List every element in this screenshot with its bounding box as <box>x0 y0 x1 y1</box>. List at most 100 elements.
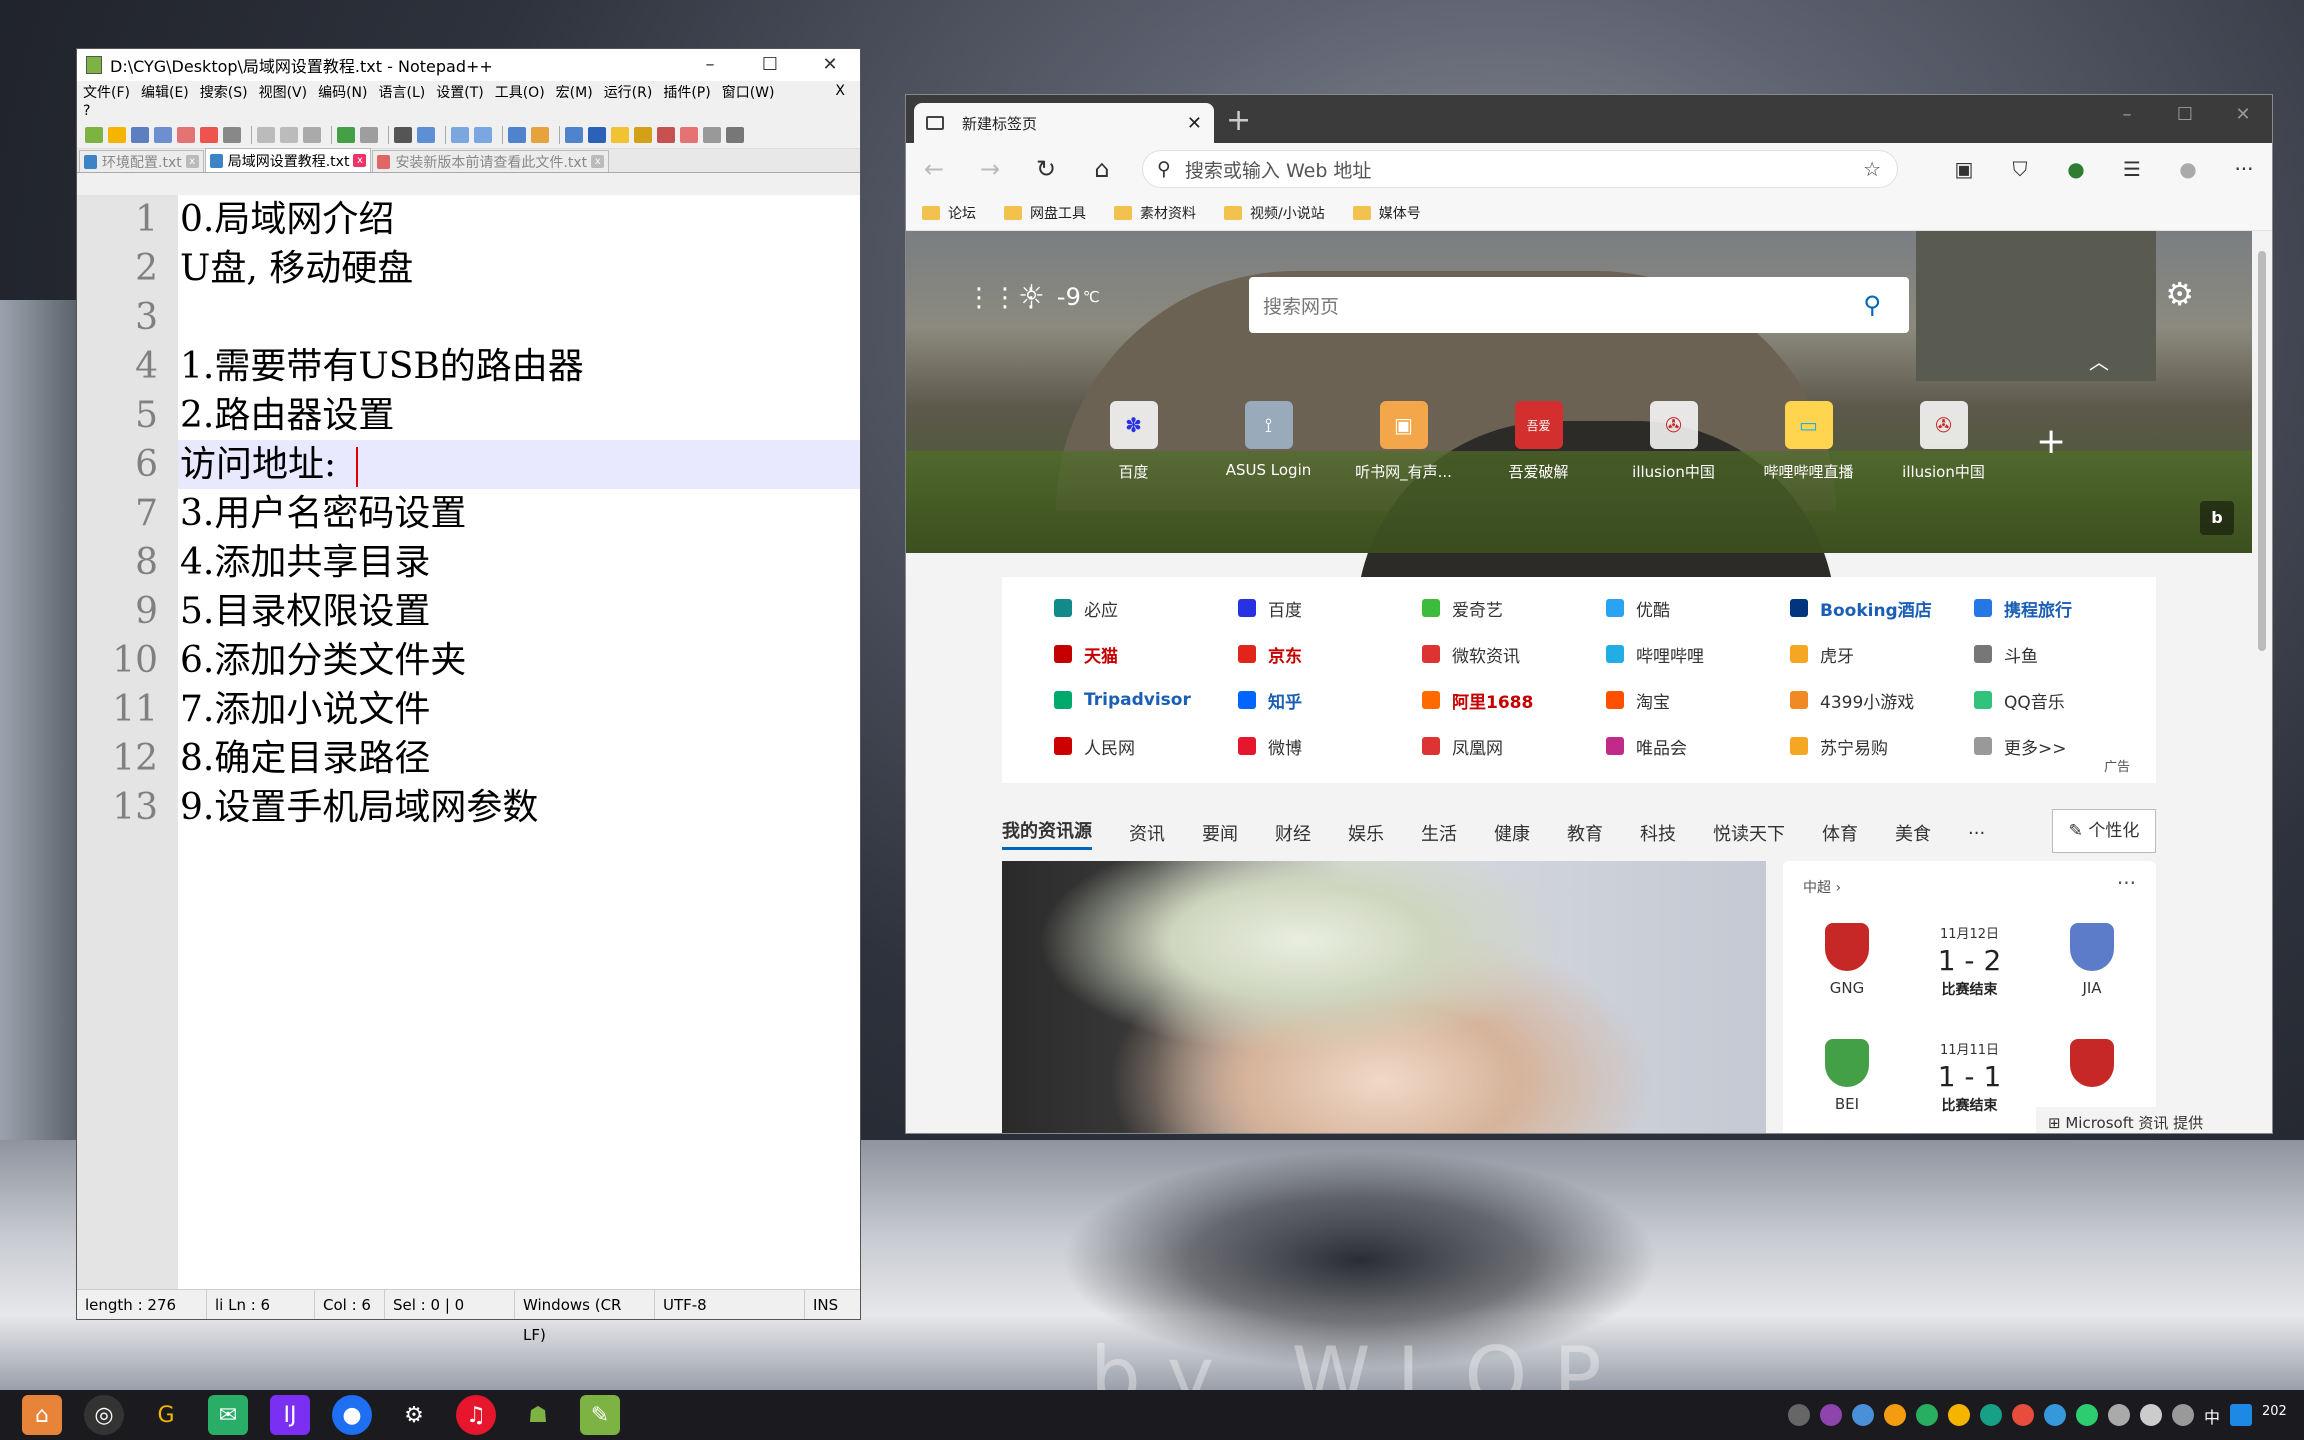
tray-icon[interactable] <box>2075 1404 2098 1426</box>
back-icon[interactable]: ← <box>906 155 962 183</box>
quick-link[interactable]: 微博 <box>1238 723 1422 769</box>
battery-icon[interactable] <box>2171 1404 2194 1426</box>
news-tab-news[interactable]: 资讯 <box>1129 820 1165 846</box>
redo-icon[interactable] <box>360 126 378 143</box>
menu-run[interactable]: 运行(R) <box>604 82 653 102</box>
page-scrollbar[interactable] <box>2252 231 2272 1133</box>
menu-file[interactable]: 文件(F) <box>83 82 130 102</box>
tray-icon[interactable] <box>1787 1404 1810 1426</box>
save-icon[interactable] <box>131 126 149 143</box>
news-tab-education[interactable]: 教育 <box>1567 820 1603 846</box>
settings-gear-icon[interactable]: ⚙ <box>2165 275 2194 313</box>
wechat-icon[interactable]: ✉ <box>208 1395 248 1435</box>
match-row[interactable]: GNG 11月12日 1 - 2 比赛结束 JIA <box>1783 923 2156 1033</box>
bing-logo-icon[interactable]: b <box>2200 501 2234 535</box>
wifi-icon[interactable] <box>2139 1404 2162 1426</box>
quick-link[interactable]: 百度 <box>1238 585 1422 631</box>
function-list-icon[interactable] <box>680 126 698 143</box>
new-tab-button[interactable]: + <box>1226 103 1251 138</box>
maximize-button[interactable]: ☐ <box>2156 95 2214 135</box>
record-macro-icon[interactable] <box>726 126 744 143</box>
quick-link[interactable]: 斗鱼 <box>1974 631 2158 677</box>
news-tab-headlines[interactable]: 要闻 <box>1202 820 1238 846</box>
quick-link[interactable]: 更多>> <box>1974 723 2158 769</box>
news-tab-my-feed[interactable]: 我的资讯源 <box>1002 817 1092 850</box>
quick-link[interactable]: 人民网 <box>1054 723 1238 769</box>
quick-link[interactable]: 唯品会 <box>1606 723 1790 769</box>
tab-env-config[interactable]: 环境配置.txt x <box>79 150 204 172</box>
profile-avatar-icon[interactable]: ● <box>2160 157 2216 181</box>
close-button[interactable]: ✕ <box>2214 95 2272 135</box>
quick-link[interactable]: 哔哩哔哩 <box>1606 631 1790 677</box>
menu-macro[interactable]: 宏(M) <box>556 82 593 102</box>
text-line[interactable]: U盘, 移动硬盘 <box>178 244 860 293</box>
input-language[interactable]: 中 <box>2204 1404 2220 1427</box>
news-tab-food[interactable]: 美食 <box>1895 820 1931 846</box>
globe-extension-icon[interactable]: ● <box>2048 157 2104 181</box>
volume-icon[interactable] <box>2107 1404 2130 1426</box>
monitor-icon[interactable] <box>703 126 721 143</box>
top-site-tile[interactable]: ✽ 百度 <box>1066 401 1201 482</box>
news-tab-health[interactable]: 健康 <box>1494 820 1530 846</box>
text-line[interactable]: 7.添加小说文件 <box>178 685 860 734</box>
ime-icon[interactable] <box>2230 1404 2252 1426</box>
close-file-icon[interactable] <box>177 126 195 143</box>
bookmark-folder[interactable]: 媒体号 <box>1352 203 1421 223</box>
minimize-button[interactable]: – <box>2098 95 2156 135</box>
find-icon[interactable] <box>394 126 412 143</box>
top-site-tile[interactable]: ▣ 听书网_有声... <box>1336 401 1471 482</box>
netease-music-icon[interactable]: ♫ <box>456 1395 496 1435</box>
menu-edit[interactable]: 编辑(E) <box>141 82 189 102</box>
close-button[interactable]: ✕ <box>800 49 860 81</box>
text-line[interactable]: 5.目录权限设置 <box>178 587 860 636</box>
text-line[interactable]: 6.添加分类文件夹 <box>178 636 860 685</box>
favorites-icon[interactable]: ☰ <box>2104 157 2160 181</box>
quick-link[interactable]: 知乎 <box>1238 677 1422 723</box>
tab-new-tab[interactable]: 新建标签页 ✕ <box>914 103 1214 143</box>
shield-extension-icon[interactable]: ⛉ <box>1992 157 2048 181</box>
quick-link[interactable]: 凤凰网 <box>1422 723 1606 769</box>
tray-icon[interactable] <box>1883 1404 1906 1426</box>
quick-link[interactable]: 4399小游戏 <box>1790 677 1974 723</box>
home-icon[interactable]: ⌂ <box>1074 155 1130 183</box>
replace-icon[interactable] <box>417 126 435 143</box>
bookmark-folder[interactable]: 论坛 <box>922 203 976 223</box>
quick-link[interactable]: 微软资讯 <box>1422 631 1606 677</box>
doc-map-icon[interactable] <box>657 126 675 143</box>
favorite-star-icon[interactable]: ☆ <box>1863 157 1881 181</box>
scrollbar-thumb[interactable] <box>2258 251 2266 651</box>
tray-icon[interactable] <box>1947 1404 1970 1426</box>
clock[interactable]: 202 <box>2262 1404 2294 1426</box>
open-file-icon[interactable] <box>108 126 126 143</box>
tab-install-readme[interactable]: 安装新版本前请查看此文件.txt x <box>372 150 610 172</box>
collections-icon[interactable]: ▣ <box>1936 157 1992 181</box>
tab-close-icon[interactable]: ✕ <box>1187 113 1202 134</box>
more-menu-icon[interactable]: ··· <box>2216 157 2272 181</box>
sync-v-icon[interactable] <box>508 126 526 143</box>
menu-help[interactable]: ? <box>77 103 860 121</box>
menu-close-doc[interactable]: X <box>835 83 845 99</box>
text-line[interactable]: 4.添加共享目录 <box>178 538 860 587</box>
news-tab-finance[interactable]: 财经 <box>1275 820 1311 846</box>
text-editor[interactable]: 1 2 3 4 5 6 7 8 9 10 11 12 13 0.局域网介绍 U盘… <box>77 195 860 1289</box>
personalize-button[interactable]: ✎ 个性化 <box>2052 809 2156 853</box>
text-line[interactable]: 2.路由器设置 <box>178 391 860 440</box>
tray-icon[interactable] <box>1819 1404 1842 1426</box>
text-line[interactable]: 9.设置手机局域网参数 <box>178 783 860 832</box>
msn-credit[interactable]: ⊞ Microsoft 资讯 提供 <box>2036 1107 2216 1133</box>
quick-link[interactable]: 淘宝 <box>1606 677 1790 723</box>
quick-link[interactable]: QQ音乐 <box>1974 677 2158 723</box>
chevron-up-icon[interactable]: ︿ <box>2089 346 2109 375</box>
maps-pin-icon[interactable]: ● <box>332 1395 372 1435</box>
bookmark-folder[interactable]: 网盘工具 <box>1004 203 1086 223</box>
text-line[interactable] <box>178 293 860 342</box>
menu-language[interactable]: 语言(L) <box>379 82 426 102</box>
word-wrap-icon[interactable] <box>565 126 583 143</box>
paste-icon[interactable] <box>303 126 321 143</box>
news-tab-sports[interactable]: 体育 <box>1822 820 1858 846</box>
undo-icon[interactable] <box>337 126 355 143</box>
news-tab-reading[interactable]: 悦读天下 <box>1713 820 1785 846</box>
sync-h-icon[interactable] <box>531 126 549 143</box>
text-line[interactable]: 0.局域网介绍 <box>178 195 860 244</box>
maximize-button[interactable]: ☐ <box>740 49 800 81</box>
